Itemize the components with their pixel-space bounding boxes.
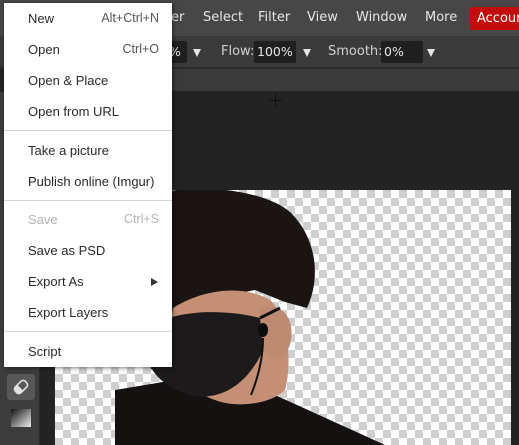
menu-item-script[interactable]: Script: [4, 336, 172, 367]
menu-item-export-layers[interactable]: Export Layers: [4, 297, 172, 328]
opacity-dropdown-icon[interactable]: [193, 49, 201, 57]
gradient-tool-button[interactable]: [7, 405, 35, 431]
menu-window[interactable]: Window: [356, 0, 407, 36]
gradient-icon: [11, 409, 31, 427]
menu-item-export-as[interactable]: Export As: [4, 266, 172, 297]
menu-separator: [4, 331, 172, 332]
menu-item-open-url[interactable]: Open from URL: [4, 96, 172, 127]
menu-filter[interactable]: Filter: [258, 0, 290, 36]
menu-item-publish-online[interactable]: Publish online (Imgur): [4, 166, 172, 197]
submenu-arrow-icon: [151, 278, 158, 286]
flow-dropdown-icon[interactable]: [303, 49, 311, 57]
flow-label: Flow:: [221, 44, 255, 59]
menu-item-open[interactable]: Open Ctrl+O: [4, 34, 172, 65]
menu-more[interactable]: More: [425, 0, 457, 36]
crosshair-cursor-icon: [269, 94, 282, 107]
smooth-label: Smooth:: [328, 44, 383, 59]
smooth-dropdown-icon[interactable]: [427, 49, 435, 57]
menu-item-take-picture[interactable]: Take a picture: [4, 135, 172, 166]
menu-separator: [4, 130, 172, 131]
flow-field[interactable]: 100%: [254, 41, 296, 63]
file-menu-dropdown: New Alt+Ctrl+N Open Ctrl+O Open & Place …: [4, 3, 172, 367]
document-tabs-bar: [172, 69, 519, 91]
menu-select[interactable]: Select: [203, 0, 243, 36]
eraser-tool-button[interactable]: [7, 374, 35, 400]
account-button[interactable]: Accoun: [470, 7, 519, 30]
menu-image-partial[interactable]: er: [171, 0, 184, 36]
menu-separator: [4, 200, 172, 201]
eraser-icon: [13, 379, 29, 395]
menu-item-save: Save Ctrl+S: [28, 212, 159, 227]
menu-view[interactable]: View: [307, 0, 338, 36]
menu-item-save-psd[interactable]: Save as PSD: [4, 235, 172, 266]
menu-item-new[interactable]: New Alt+Ctrl+N: [4, 3, 172, 34]
smooth-field[interactable]: 0%: [381, 41, 423, 63]
menu-item-open-place[interactable]: Open & Place: [4, 65, 172, 96]
